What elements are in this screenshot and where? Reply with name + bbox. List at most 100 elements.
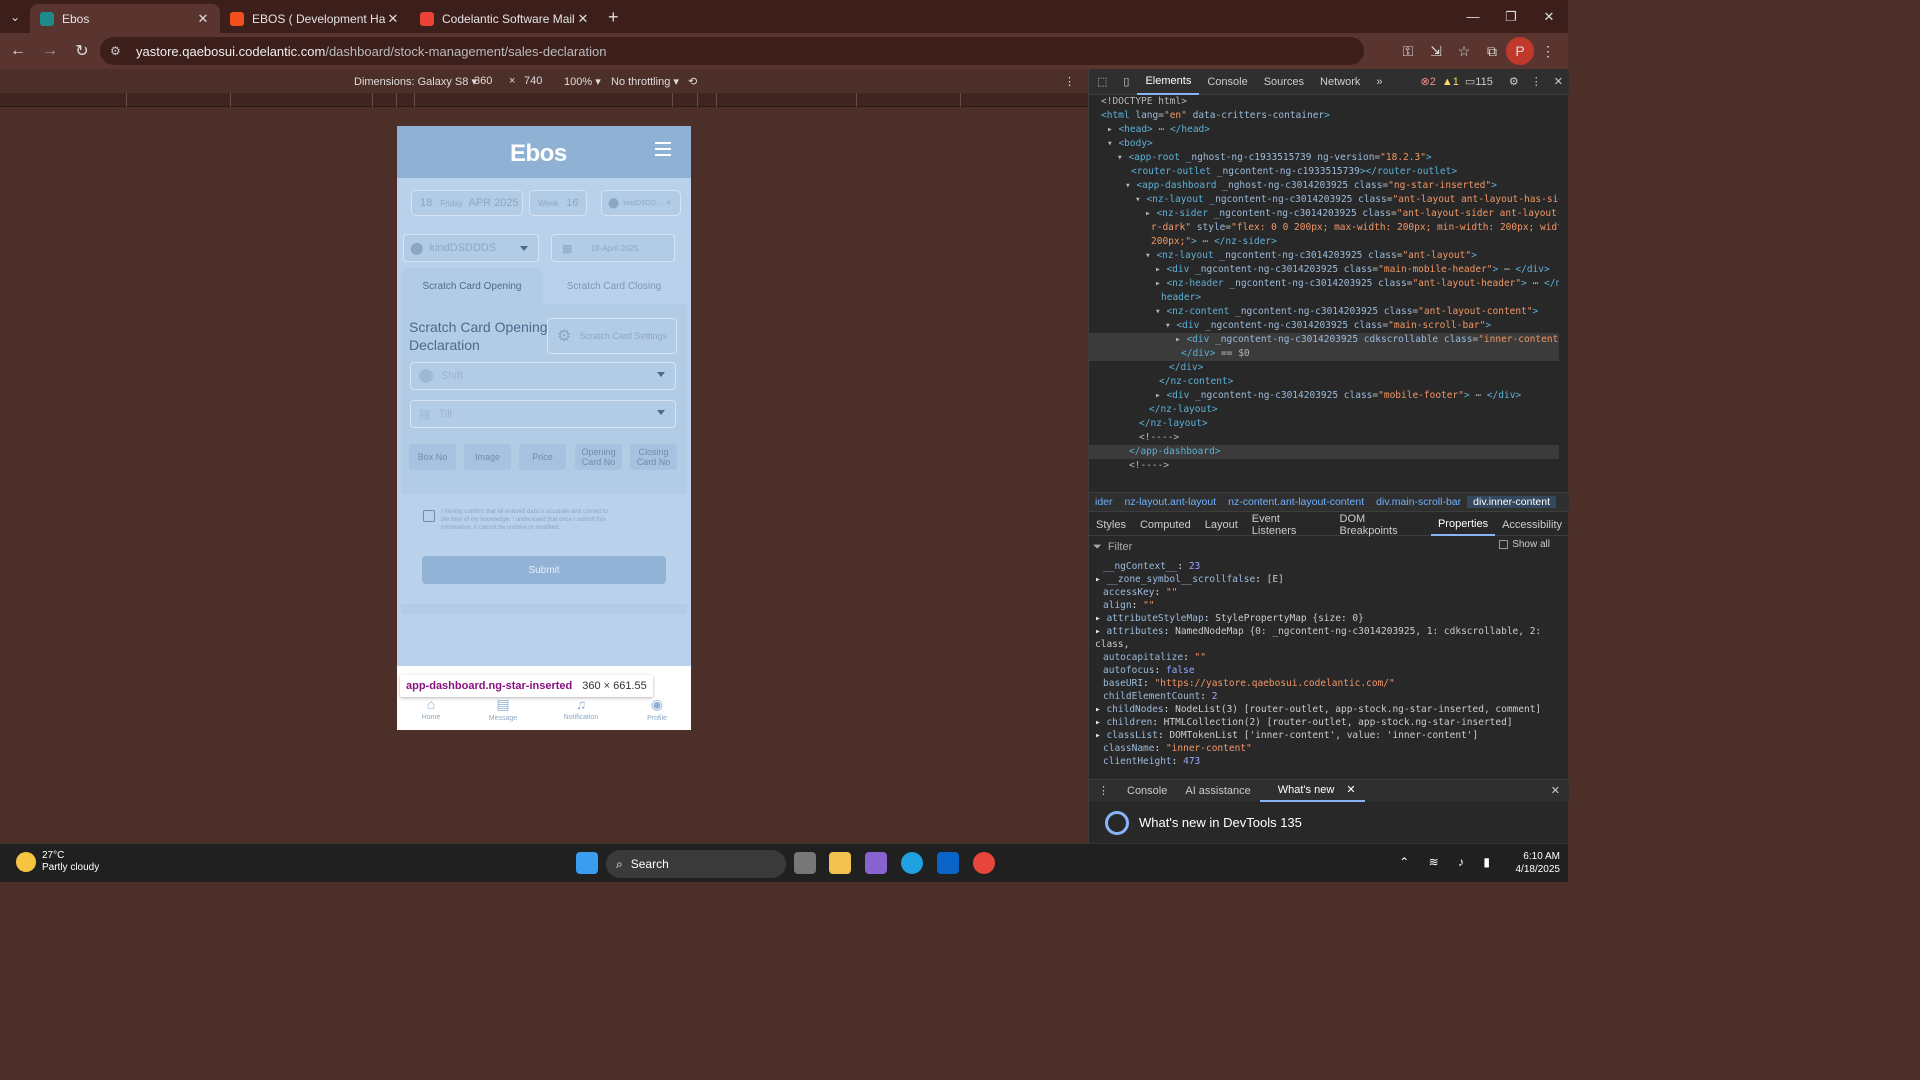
windows-start-icon[interactable]: [576, 852, 598, 874]
tab-console[interactable]: Console: [1199, 69, 1255, 95]
device-more-icon[interactable]: ⋮: [1064, 75, 1075, 88]
declaration-card: Scratch Card Opening Declaration ⚙ Scrat…: [401, 304, 687, 614]
error-count[interactable]: ⊗2: [1421, 75, 1436, 88]
chevron-down-icon: [657, 410, 665, 415]
subtab-layout[interactable]: Layout: [1198, 519, 1245, 531]
zoom-select[interactable]: 100% ▾: [564, 75, 601, 88]
drawer-tab-console[interactable]: Console: [1118, 785, 1176, 797]
hamburger-menu-icon[interactable]: [655, 142, 671, 156]
site-info-icon[interactable]: ⚙: [110, 44, 126, 58]
devtools-menu-icon[interactable]: ⋮: [1531, 75, 1542, 88]
clock[interactable]: 6:10 AM 4/18/2025: [1516, 850, 1561, 876]
back-icon[interactable]: ←: [4, 37, 32, 65]
column-price: Price: [519, 444, 566, 470]
shift-placeholder: Shift: [441, 370, 464, 382]
breadcrumb-item[interactable]: div.main-scroll-bar: [1370, 496, 1467, 508]
confirm-checkbox[interactable]: [423, 510, 435, 522]
browser-tab-mail[interactable]: Codelantic Software Mail ✕: [410, 4, 600, 33]
restore-icon[interactable]: ❐: [1492, 0, 1530, 33]
new-tab-icon[interactable]: +: [608, 7, 619, 28]
system-tray-icons[interactable]: ⌃ ≋ ♪ ▮: [1399, 855, 1498, 869]
subtab-event-listeners[interactable]: Event Listeners: [1245, 513, 1333, 537]
file-explorer-icon[interactable]: [829, 852, 851, 874]
tab-search-icon[interactable]: ⌄: [0, 0, 30, 33]
scratch-card-settings-button[interactable]: ⚙ Scratch Card Settings: [547, 318, 677, 354]
device-select[interactable]: Dimensions: Galaxy S8 ▾: [354, 75, 477, 88]
tab-elements[interactable]: Elements: [1137, 69, 1200, 95]
browser-tab-figma[interactable]: EBOS ( Development Handoff ) ✕: [220, 4, 410, 33]
browser-tab-ebos[interactable]: Ebos ✕: [30, 4, 220, 33]
device-height-input[interactable]: 740: [524, 75, 542, 87]
bookmark-star-icon[interactable]: ☆: [1450, 37, 1478, 65]
properties-list[interactable]: __ngContext__: 23 ▸ __zone_symbol__scrol…: [1089, 560, 1559, 768]
close-drawer-icon[interactable]: ✕: [1542, 784, 1569, 797]
submit-button[interactable]: Submit: [422, 556, 666, 584]
subtab-properties[interactable]: Properties: [1430, 514, 1496, 536]
subtab-accessibility[interactable]: Accessibility: [1495, 519, 1569, 531]
date-picker-field[interactable]: ▦ 18-April-2025: [551, 234, 675, 262]
close-tab-icon[interactable]: ✕: [576, 11, 590, 27]
more-tabs-icon[interactable]: »: [1368, 69, 1390, 95]
tab-sources[interactable]: Sources: [1256, 69, 1312, 95]
show-all-checkbox[interactable]: Show all: [1499, 539, 1550, 550]
chrome-icon[interactable]: [973, 852, 995, 874]
weather-widget[interactable]: 27°C Partly cloudy: [16, 850, 99, 874]
reload-icon[interactable]: ↻: [68, 37, 96, 65]
nav-profile[interactable]: ◉ Profile: [627, 696, 687, 722]
close-tab-icon[interactable]: ✕: [196, 11, 210, 27]
message-count[interactable]: ▭115: [1465, 75, 1493, 88]
location-mini-select[interactable]: ⬤ kindDSDD... ✕: [601, 190, 681, 216]
password-key-icon[interactable]: ⚿: [1394, 37, 1422, 65]
inspect-element-icon[interactable]: ⬚: [1089, 69, 1115, 95]
breadcrumb-item[interactable]: nz-layout.ant-layout: [1119, 496, 1223, 508]
minimize-icon[interactable]: —: [1454, 0, 1492, 33]
tab-scratch-card-opening[interactable]: Scratch Card Opening: [401, 268, 543, 304]
profile-avatar[interactable]: P: [1506, 37, 1534, 65]
devtools-panel: ⬚ ▯ Elements Console Sources Network » ⊗…: [1088, 69, 1569, 843]
till-select[interactable]: ▤ Till: [410, 400, 676, 428]
clear-icon[interactable]: ✕: [666, 199, 672, 207]
close-tab-icon[interactable]: ✕: [386, 11, 400, 27]
copilot-icon[interactable]: [865, 852, 887, 874]
subtab-dom-breakpoints[interactable]: DOM Breakpoints: [1333, 513, 1431, 537]
declaration-title: Scratch Card Opening Declaration: [409, 319, 548, 353]
warning-count[interactable]: ▲1: [1442, 76, 1459, 88]
outlook-icon[interactable]: [937, 852, 959, 874]
close-window-icon[interactable]: ✕: [1530, 0, 1568, 33]
window-controls: — ❐ ✕: [1454, 0, 1568, 33]
tab-scratch-card-closing[interactable]: Scratch Card Closing: [543, 268, 685, 304]
taskbar-search[interactable]: ⌕ Search: [606, 850, 786, 878]
rotate-icon[interactable]: ⟲: [688, 75, 697, 88]
subtab-computed[interactable]: Computed: [1133, 519, 1198, 531]
forward-icon[interactable]: →: [36, 37, 64, 65]
settings-gear-icon[interactable]: ⚙: [1509, 75, 1519, 88]
install-app-icon[interactable]: ⇲: [1422, 37, 1450, 65]
breadcrumb-item[interactable]: div.inner-content: [1467, 496, 1557, 508]
dom-tree[interactable]: <!DOCTYPE html> <html lang="en" data-cri…: [1089, 95, 1559, 491]
device-toggle-icon[interactable]: ▯: [1115, 69, 1137, 95]
browser-menu-icon[interactable]: ⋮: [1534, 37, 1562, 65]
close-devtools-icon[interactable]: ✕: [1554, 75, 1563, 88]
breadcrumb-item[interactable]: nz-content.ant-layout-content: [1222, 496, 1370, 508]
address-bar[interactable]: ⚙ yastore.qaebosui.codelantic.com/dashbo…: [100, 37, 1364, 65]
extensions-icon[interactable]: ⧉: [1478, 37, 1506, 65]
subtab-styles[interactable]: Styles: [1089, 519, 1133, 531]
confirmation-panel: I hereby confirm that all entered data i…: [401, 494, 687, 604]
tab-network[interactable]: Network: [1312, 69, 1368, 95]
nav-notification[interactable]: ♫ Notification: [551, 696, 611, 721]
task-view-icon[interactable]: [794, 852, 816, 874]
nav-message[interactable]: ▤ Message: [473, 696, 533, 722]
browser-tab-strip: ⌄ Ebos ✕ EBOS ( Development Handoff ) ✕ …: [0, 0, 1568, 33]
windows-taskbar: 27°C Partly cloudy ⌕ Search ⌃ ≋ ♪ ▮ 6:10 …: [0, 843, 1568, 882]
drawer-tab-ai-assistance[interactable]: AI assistance: [1176, 785, 1259, 797]
drawer-menu-icon[interactable]: ⋮: [1089, 784, 1118, 797]
shift-select[interactable]: Shift: [410, 362, 676, 390]
filter-input[interactable]: ⏷ Filter: [1093, 538, 1493, 556]
nav-home[interactable]: ⌂ Home: [401, 696, 461, 721]
edge-icon[interactable]: [901, 852, 923, 874]
breadcrumb-item[interactable]: ider: [1089, 496, 1119, 508]
location-select[interactable]: ⬤ kindDSDDDS: [403, 234, 539, 262]
device-width-input[interactable]: 360: [474, 75, 492, 87]
throttling-select[interactable]: No throttling ▾: [611, 75, 679, 88]
drawer-tab-whats-new[interactable]: What's new ✕: [1259, 780, 1365, 802]
